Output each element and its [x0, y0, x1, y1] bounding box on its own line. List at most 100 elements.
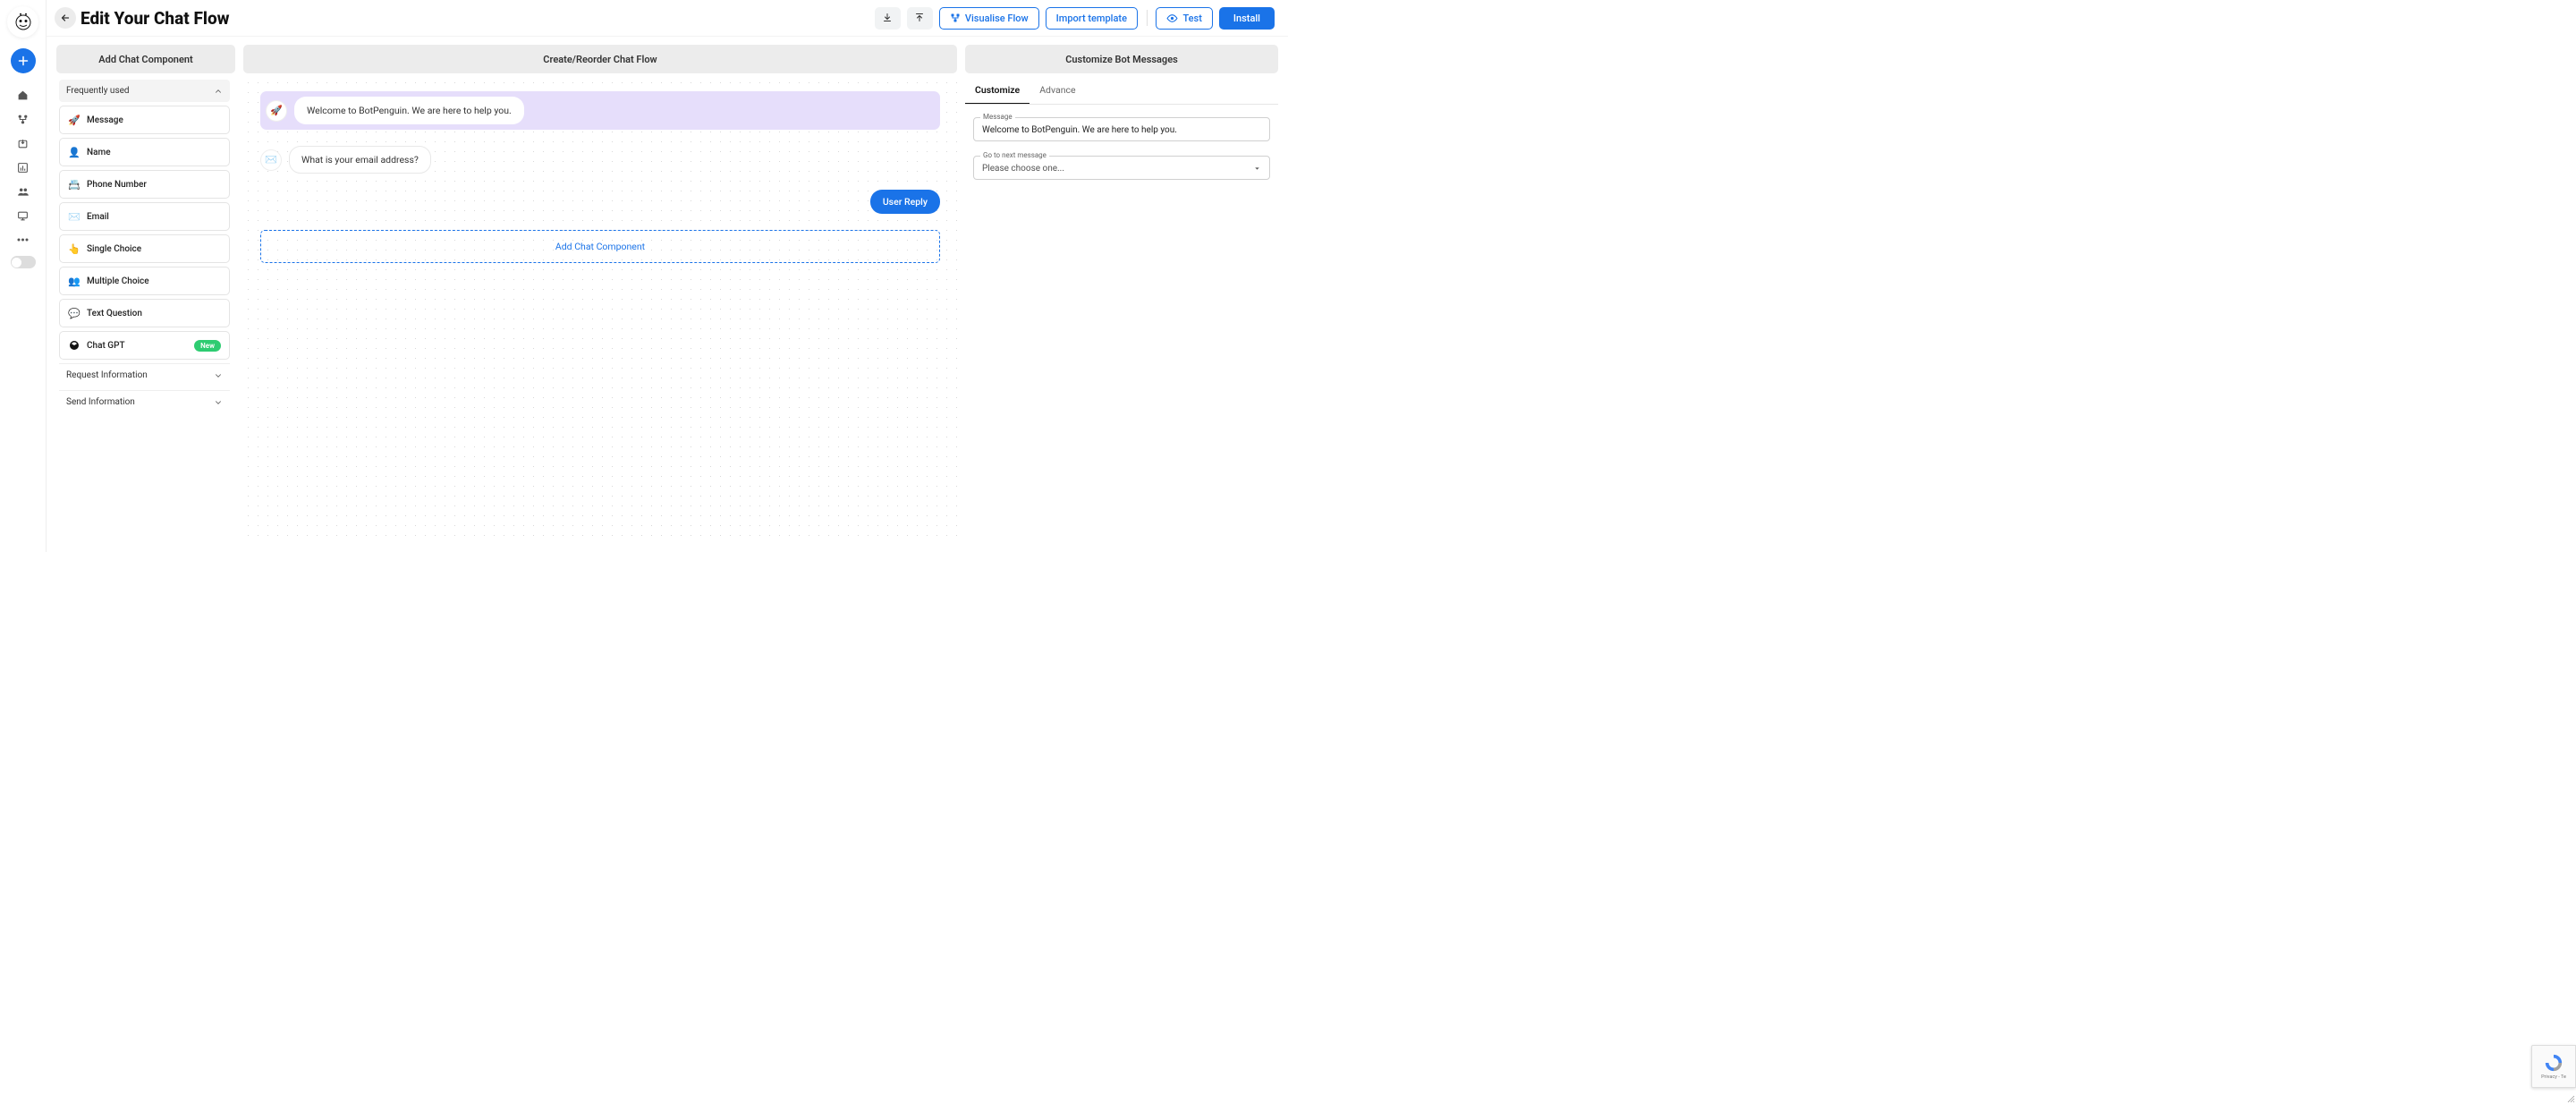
component-label: Name [87, 148, 111, 157]
more-icon [17, 238, 29, 242]
team-icon [17, 185, 30, 198]
component-label: Message [87, 115, 123, 125]
person-icon: 👤 [68, 146, 80, 158]
flowchart-icon [950, 13, 961, 23]
home-icon [17, 89, 29, 101]
component-single-choice[interactable]: 👆 Single Choice [59, 234, 230, 263]
group-title: Request Information [66, 370, 148, 380]
add-button[interactable] [11, 48, 36, 73]
nav-analytics[interactable] [13, 157, 34, 178]
flow-message[interactable]: ✉️ What is your email address? [260, 146, 940, 174]
recaptcha-icon [2544, 1053, 2563, 1073]
flow-message-selected[interactable]: 🚀 Welcome to BotPenguin. We are here to … [260, 91, 940, 130]
inbox-icon [17, 138, 29, 149]
group-title: Send Information [66, 397, 135, 407]
rocket-icon: 🚀 [68, 114, 80, 126]
install-label: Install [1233, 13, 1260, 24]
component-message[interactable]: 🚀 Message [59, 106, 230, 134]
plus-icon [17, 55, 30, 67]
component-label: Email [87, 212, 109, 222]
nav-team[interactable] [13, 181, 34, 202]
new-badge: New [194, 340, 221, 352]
openai-icon [68, 339, 80, 352]
question-icon: 💬 [68, 307, 80, 319]
chevron-down-icon [214, 398, 223, 407]
component-phone[interactable]: 📇 Phone Number [59, 170, 230, 199]
group-request-information[interactable]: Request Information [59, 363, 230, 386]
message-field[interactable]: Message [973, 117, 1270, 141]
bot-avatar: 🚀 [266, 100, 287, 122]
upload-button[interactable] [907, 7, 933, 30]
nav-home[interactable] [13, 84, 34, 106]
flow-panel: Create/Reorder Chat Flow 🚀 Welcome to Bo… [243, 45, 957, 544]
download-icon [882, 13, 893, 23]
nav-desktop[interactable] [13, 205, 34, 226]
recaptcha-badge[interactable]: Privacy - Te [2531, 1045, 2576, 1088]
user-reply-chip[interactable]: User Reply [870, 190, 940, 214]
add-component-dropzone[interactable]: Add Chat Component [260, 230, 940, 263]
phone-icon: 📇 [68, 178, 80, 191]
flow-canvas[interactable]: 🚀 Welcome to BotPenguin. We are here to … [243, 78, 957, 544]
component-label: Chat GPT [87, 341, 125, 351]
logo-badge[interactable] [7, 6, 38, 38]
sidebar [0, 0, 47, 552]
back-button[interactable] [55, 7, 76, 29]
chevron-down-icon [214, 371, 223, 380]
install-button[interactable]: Install [1219, 7, 1275, 30]
recaptcha-text: Privacy - Te [2541, 1074, 2566, 1080]
email-icon: ✉️ [68, 210, 80, 223]
theme-toggle[interactable] [11, 256, 36, 268]
add-component-panel: Add Chat Component Frequently used 🚀 Mes… [56, 45, 235, 544]
group-frequently-used[interactable]: Frequently used [59, 80, 230, 102]
nav-flow[interactable] [13, 108, 34, 130]
bot-avatar: ✉️ [260, 149, 282, 171]
arrow-left-icon [60, 13, 71, 23]
test-button[interactable]: Test [1156, 7, 1212, 30]
resize-icon [2567, 1095, 2575, 1103]
visualise-label: Visualise Flow [965, 13, 1029, 24]
user-reply-row: User Reply [260, 190, 940, 214]
download-button[interactable] [875, 7, 901, 30]
logo-icon [14, 13, 32, 31]
message-input[interactable] [982, 125, 1261, 135]
group-send-information[interactable]: Send Information [59, 390, 230, 413]
eye-icon [1166, 13, 1178, 24]
group-title: Frequently used [66, 86, 130, 96]
component-label: Text Question [87, 309, 142, 318]
field-label: Message [980, 113, 1015, 121]
header-divider [1147, 10, 1148, 26]
component-email[interactable]: ✉️ Email [59, 202, 230, 231]
page-title: Edit Your Chat Flow [80, 8, 230, 29]
import-label: Import template [1056, 13, 1127, 24]
tab-advance[interactable]: Advance [1030, 77, 1085, 104]
chevron-up-icon [214, 87, 223, 96]
component-label: Phone Number [87, 180, 147, 190]
visualise-button[interactable]: Visualise Flow [939, 7, 1039, 30]
test-label: Test [1182, 13, 1201, 24]
add-component-header: Add Chat Component [56, 45, 235, 73]
tab-customize[interactable]: Customize [965, 77, 1030, 104]
import-template-button[interactable]: Import template [1046, 7, 1138, 30]
component-name[interactable]: 👤 Name [59, 138, 230, 166]
component-chatgpt[interactable]: Chat GPT New [59, 331, 230, 360]
customize-panel: Customize Bot Messages Customize Advance… [965, 45, 1278, 544]
resize-handle[interactable] [2567, 1095, 2575, 1103]
desktop-icon [17, 210, 29, 222]
nav-inbox[interactable] [13, 132, 34, 154]
nav-more[interactable] [13, 229, 34, 251]
header: Edit Your Chat Flow Visualise Flow Impor… [47, 0, 1288, 37]
group-icon: 👥 [68, 275, 80, 287]
customize-header: Customize Bot Messages [965, 45, 1278, 73]
component-multiple-choice[interactable]: 👥 Multiple Choice [59, 267, 230, 295]
field-label: Go to next message [980, 151, 1049, 159]
message-bubble: What is your email address? [289, 146, 431, 174]
component-text-question[interactable]: 💬 Text Question [59, 299, 230, 327]
flow-icon [17, 114, 29, 125]
flow-header: Create/Reorder Chat Flow [243, 45, 957, 73]
select-value: Please choose one... [982, 164, 1064, 174]
tap-icon: 👆 [68, 242, 80, 255]
message-bubble: Welcome to BotPenguin. We are here to he… [294, 97, 524, 124]
upload-icon [914, 13, 925, 23]
goto-next-select[interactable]: Go to next message Please choose one... [973, 156, 1270, 180]
component-label: Single Choice [87, 244, 141, 254]
